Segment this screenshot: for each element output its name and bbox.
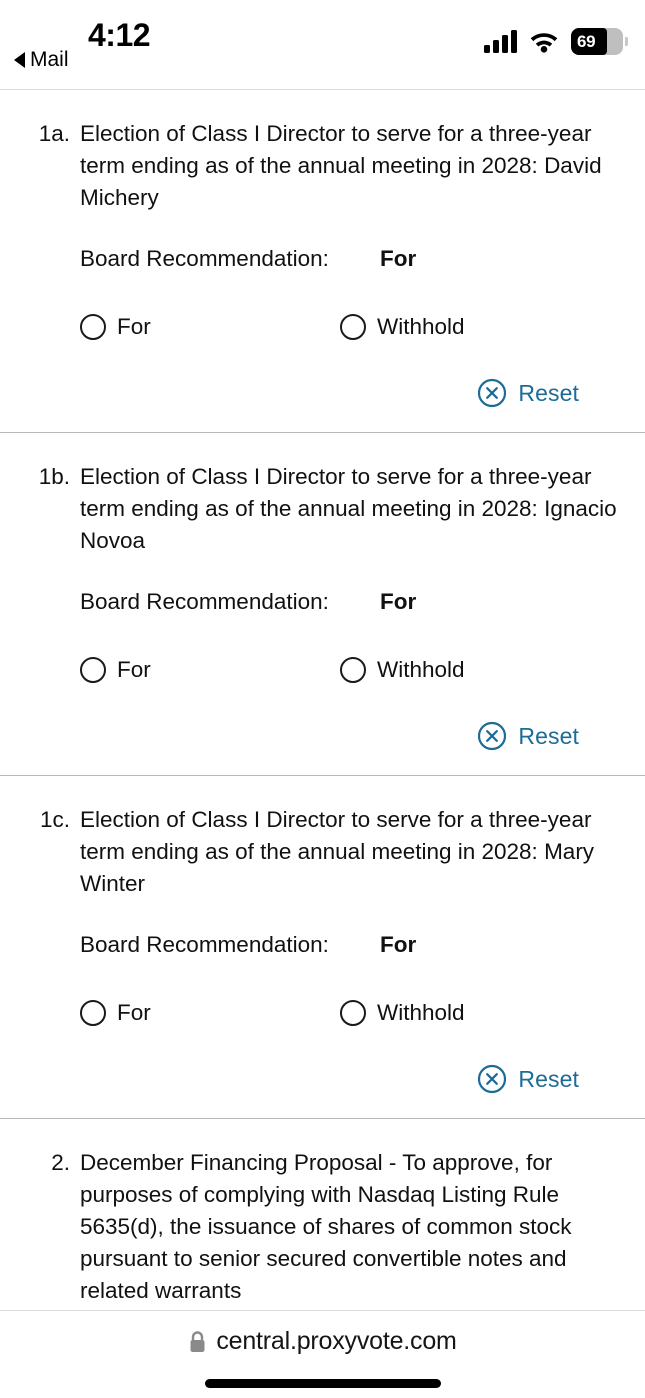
- radio-button-for[interactable]: [80, 657, 106, 683]
- proposal-item: 1b. Election of Class I Director to serv…: [0, 433, 645, 776]
- proxy-ballot-content[interactable]: 1a. Election of Class I Director to serv…: [0, 90, 645, 1310]
- proposal-heading: 1a. Election of Class I Director to serv…: [24, 118, 621, 214]
- proposal-item: 2. December Financing Proposal - To appr…: [0, 1119, 645, 1310]
- proposal-text: Election of Class I Director to serve fo…: [80, 807, 595, 896]
- radio-button-for[interactable]: [80, 314, 106, 340]
- home-indicator[interactable]: [204, 1379, 441, 1388]
- board-recommendation-value: For: [380, 589, 417, 614]
- board-recommendation-value: For: [380, 246, 417, 271]
- x-circle-icon: [477, 721, 507, 751]
- vote-option-withhold-label: Withhold: [377, 1000, 465, 1025]
- phone-screen: Mail 4:12 69 1a. Election of Class I Dir…: [0, 0, 645, 1398]
- reset-button-label: Reset: [518, 379, 579, 406]
- reset-button-label: Reset: [518, 722, 579, 749]
- reset-row: Reset: [24, 721, 621, 751]
- battery-icon: 69: [571, 28, 628, 55]
- proposal-heading: 2. December Financing Proposal - To appr…: [24, 1147, 621, 1307]
- x-circle-icon: [477, 378, 507, 408]
- board-recommendation-label: Board Recommendation:: [80, 589, 329, 614]
- proposal-text: Election of Class I Director to serve fo…: [80, 121, 602, 210]
- proposal-item: 1a. Election of Class I Director to serv…: [0, 90, 645, 433]
- reset-button-label: Reset: [518, 1065, 579, 1092]
- radio-button-for[interactable]: [80, 1000, 106, 1026]
- proposal-number: 1c.: [39, 807, 70, 832]
- radio-button-withhold[interactable]: [340, 657, 366, 683]
- back-to-mail-button[interactable]: Mail: [14, 48, 69, 72]
- proposal-number: 1b.: [38, 464, 70, 489]
- vote-options-row: For Withhold: [24, 657, 621, 683]
- status-bar: Mail 4:12 69: [0, 0, 645, 90]
- status-bar-clock: 4:12: [88, 17, 151, 53]
- vote-option-for[interactable]: For: [80, 657, 340, 683]
- proposal-number: 2.: [51, 1150, 70, 1175]
- vote-option-for-label: For: [117, 314, 151, 339]
- vote-option-withhold[interactable]: Withhold: [340, 657, 465, 683]
- proposal-text: December Financing Proposal - To approve…: [80, 1150, 572, 1303]
- reset-row: Reset: [24, 378, 621, 408]
- proposal-number: 1a.: [38, 121, 70, 146]
- proposal-heading: 1c. Election of Class I Director to serv…: [24, 804, 621, 900]
- url-label: central.proxyvote.com: [216, 1327, 457, 1355]
- battery-cap: [625, 37, 628, 46]
- vote-option-for[interactable]: For: [80, 1000, 340, 1026]
- battery-percent-label: 69: [577, 31, 596, 51]
- vote-option-for-label: For: [117, 657, 151, 682]
- lock-icon: [188, 1330, 207, 1354]
- radio-button-withhold[interactable]: [340, 1000, 366, 1026]
- vote-option-for-label: For: [117, 1000, 151, 1025]
- status-bar-indicators: 69: [484, 28, 628, 55]
- vote-option-withhold[interactable]: Withhold: [340, 1000, 465, 1026]
- vote-option-withhold-label: Withhold: [377, 657, 465, 682]
- proposal-text: Election of Class I Director to serve fo…: [80, 464, 617, 553]
- reset-button[interactable]: Reset: [477, 721, 579, 751]
- x-circle-icon: [477, 1064, 507, 1094]
- board-recommendation-row: Board Recommendation: For: [24, 589, 621, 615]
- wifi-icon: [529, 30, 559, 53]
- cellular-signal-icon: [484, 30, 517, 53]
- reset-row: Reset: [24, 1064, 621, 1094]
- reset-button[interactable]: Reset: [477, 378, 579, 408]
- board-recommendation-label: Board Recommendation:: [80, 932, 329, 957]
- reset-button[interactable]: Reset: [477, 1064, 579, 1094]
- vote-options-row: For Withhold: [24, 1000, 621, 1026]
- board-recommendation-row: Board Recommendation: For: [24, 246, 621, 272]
- board-recommendation-row: Board Recommendation: For: [24, 932, 621, 958]
- proposal-heading: 1b. Election of Class I Director to serv…: [24, 461, 621, 557]
- board-recommendation-value: For: [380, 932, 417, 957]
- browser-bottom-bar: central.proxyvote.com: [0, 1310, 645, 1398]
- address-bar[interactable]: central.proxyvote.com: [188, 1327, 457, 1356]
- proposal-item: 1c. Election of Class I Director to serv…: [0, 776, 645, 1119]
- back-to-mail-label: Mail: [30, 48, 69, 71]
- back-triangle-icon: [14, 52, 25, 68]
- vote-options-row: For Withhold: [24, 314, 621, 340]
- vote-option-withhold[interactable]: Withhold: [340, 314, 465, 340]
- vote-option-withhold-label: Withhold: [377, 314, 465, 339]
- radio-button-withhold[interactable]: [340, 314, 366, 340]
- board-recommendation-label: Board Recommendation:: [80, 246, 329, 271]
- vote-option-for[interactable]: For: [80, 314, 340, 340]
